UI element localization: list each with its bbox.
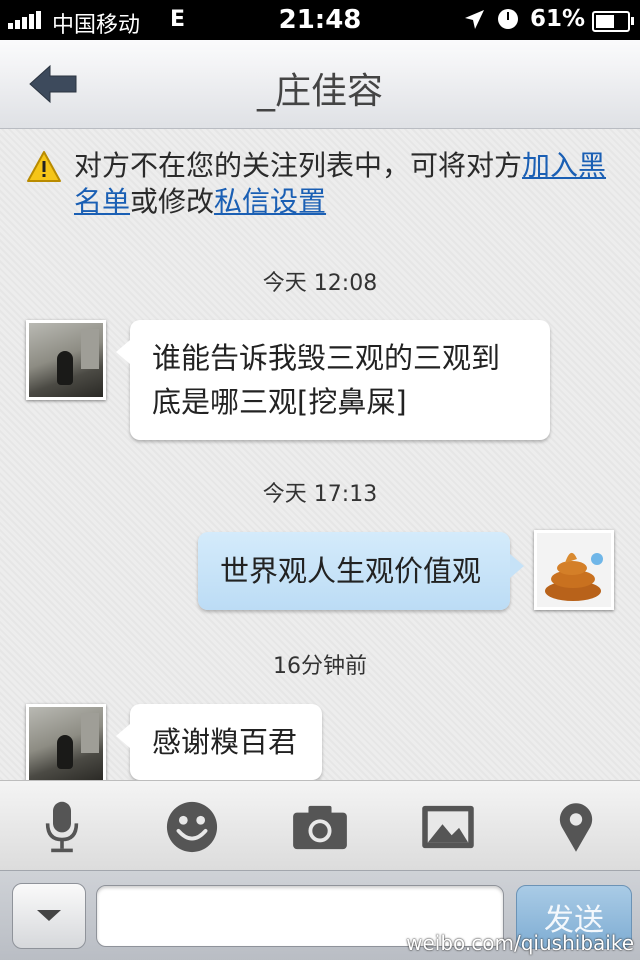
status-bar: 中国移动 E 21:48 61% (0, 0, 640, 40)
message-timestamp: 16分钟前 (273, 654, 367, 679)
location-arrow-icon (465, 10, 484, 29)
watermark: weibo.com/qiushibaike (406, 931, 634, 955)
navigation-bar: _庄佳容 (0, 40, 640, 129)
warning-icon (27, 151, 61, 182)
camera-icon[interactable] (288, 797, 352, 857)
not-following-notice: 对方不在您的关注列表中，可将对方加入黑名单或修改私信设置 (26, 148, 622, 220)
alarm-clock-icon (498, 9, 518, 29)
message-timestamp: 今天 12:08 (262, 271, 378, 296)
emoji-icon[interactable] (160, 797, 224, 857)
sender-avatar[interactable] (26, 320, 106, 400)
notice-text-before: 对方不在您的关注列表中，可将对方 (74, 149, 523, 182)
message-input-bar: 发送 weibo.com/qiushibaike (0, 870, 640, 960)
outgoing-message-bubble[interactable]: 世界观人生观价值观 (198, 532, 524, 610)
battery-fill (596, 15, 614, 28)
chat-screen: 中国移动 E 21:48 61% _庄佳容 对方不在您的关注列表中，可将对方加入… (0, 0, 640, 960)
chevron-down-icon[interactable] (12, 883, 86, 949)
my-avatar[interactable] (534, 530, 614, 610)
poop-emoji-icon (545, 552, 603, 601)
incoming-message-bubble[interactable]: 谁能告诉我毁三观的三观到底是哪三观[挖鼻屎] (116, 320, 550, 440)
battery-percent: 61% (530, 6, 586, 32)
message-timestamp: 今天 17:13 (262, 482, 378, 507)
location-icon[interactable] (544, 797, 608, 857)
notice-text-middle: 或修改 (130, 185, 215, 218)
microphone-icon[interactable] (30, 797, 94, 857)
battery-icon (592, 11, 634, 32)
conversation-title: _庄佳容 (256, 71, 383, 112)
privacy-settings-link[interactable]: 私信设置 (214, 185, 326, 218)
attachment-toolbar (0, 780, 640, 871)
notice-text: 对方不在您的关注列表中，可将对方加入黑名单或修改私信设置 (74, 148, 622, 220)
incoming-message-bubble[interactable]: 感谢糗百君 (116, 704, 322, 780)
image-icon[interactable] (416, 797, 480, 857)
sender-avatar[interactable] (26, 704, 106, 784)
